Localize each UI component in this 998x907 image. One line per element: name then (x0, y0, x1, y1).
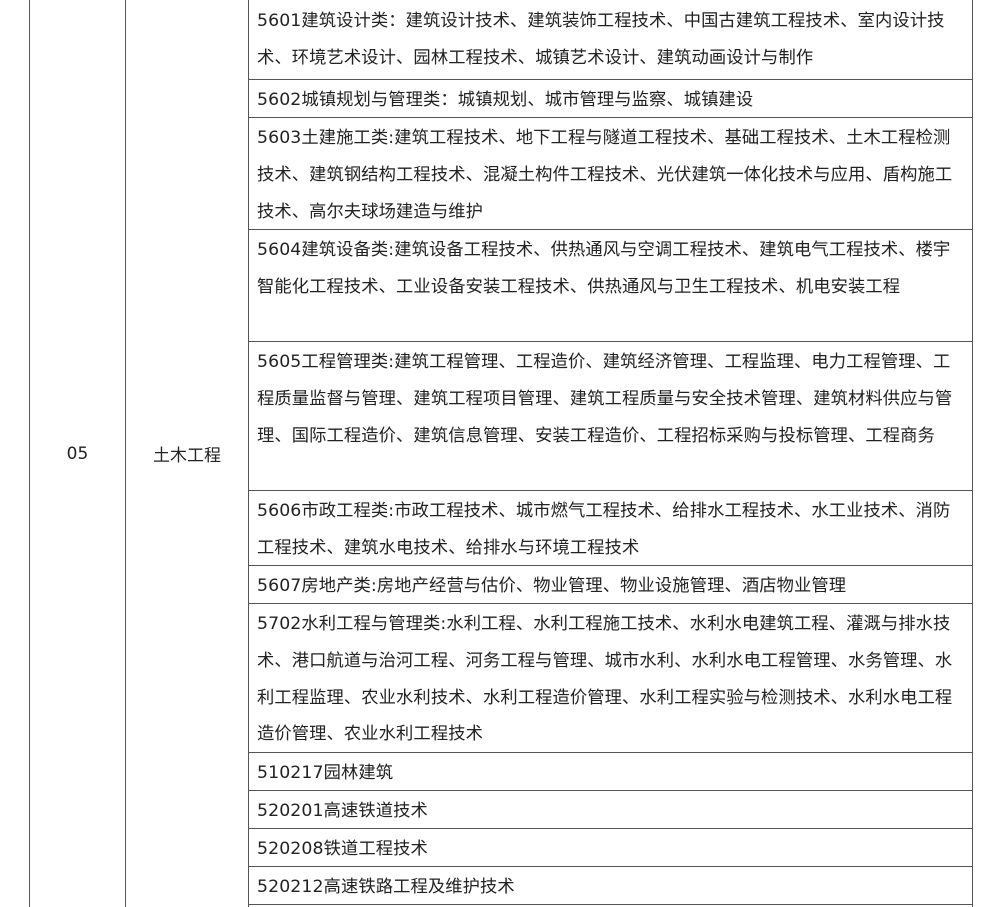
table-row: 5602城镇规划与管理类：城镇规划、城市管理与监察、城镇建设 (249, 80, 972, 118)
table-row: 5605工程管理类:建筑工程管理、工程造价、建筑经济管理、工程监理、电力工程管理… (249, 342, 972, 491)
table-row: 510217园林建筑 (249, 753, 972, 791)
table-row: 5601建筑设计类：建筑设计技术、建筑装饰工程技术、中国古建筑工程技术、室内设计… (249, 0, 972, 80)
specialty-list: 5601建筑设计类：建筑设计技术、建筑装饰工程技术、中国古建筑工程技术、室内设计… (249, 0, 972, 905)
table-row: 5702水利工程与管理类:水利工程、水利工程施工技术、水利水电建筑工程、灌溉与排… (249, 604, 972, 753)
table-row: 5603土建施工类:建筑工程技术、地下工程与隧道工程技术、基础工程技术、土木工程… (249, 118, 972, 230)
table-border-right (972, 0, 973, 907)
category-code-cell: 05 (30, 0, 125, 907)
table-row: 520208铁道工程技术 (249, 829, 972, 867)
table-row: 5607房地产类:房地产经营与估价、物业管理、物业设施管理、酒店物业管理 (249, 566, 972, 604)
category-name-cell: 土木工程 (126, 0, 248, 907)
table-row: 5606市政工程类:市政工程技术、城市燃气工程技术、给排水工程技术、水工业技术、… (249, 491, 972, 566)
table-row: 520212高速铁路工程及维护技术 (249, 867, 972, 905)
specialty-table: 05 土木工程 5601建筑设计类：建筑设计技术、建筑装饰工程技术、中国古建筑工… (0, 0, 998, 907)
category-name: 土木工程 (153, 446, 221, 466)
category-code: 05 (66, 443, 89, 464)
table-row: 520201高速铁道技术 (249, 791, 972, 829)
table-row: 5604建筑设备类:建筑设备工程技术、供热通风与空调工程技术、建筑电气工程技术、… (249, 230, 972, 342)
